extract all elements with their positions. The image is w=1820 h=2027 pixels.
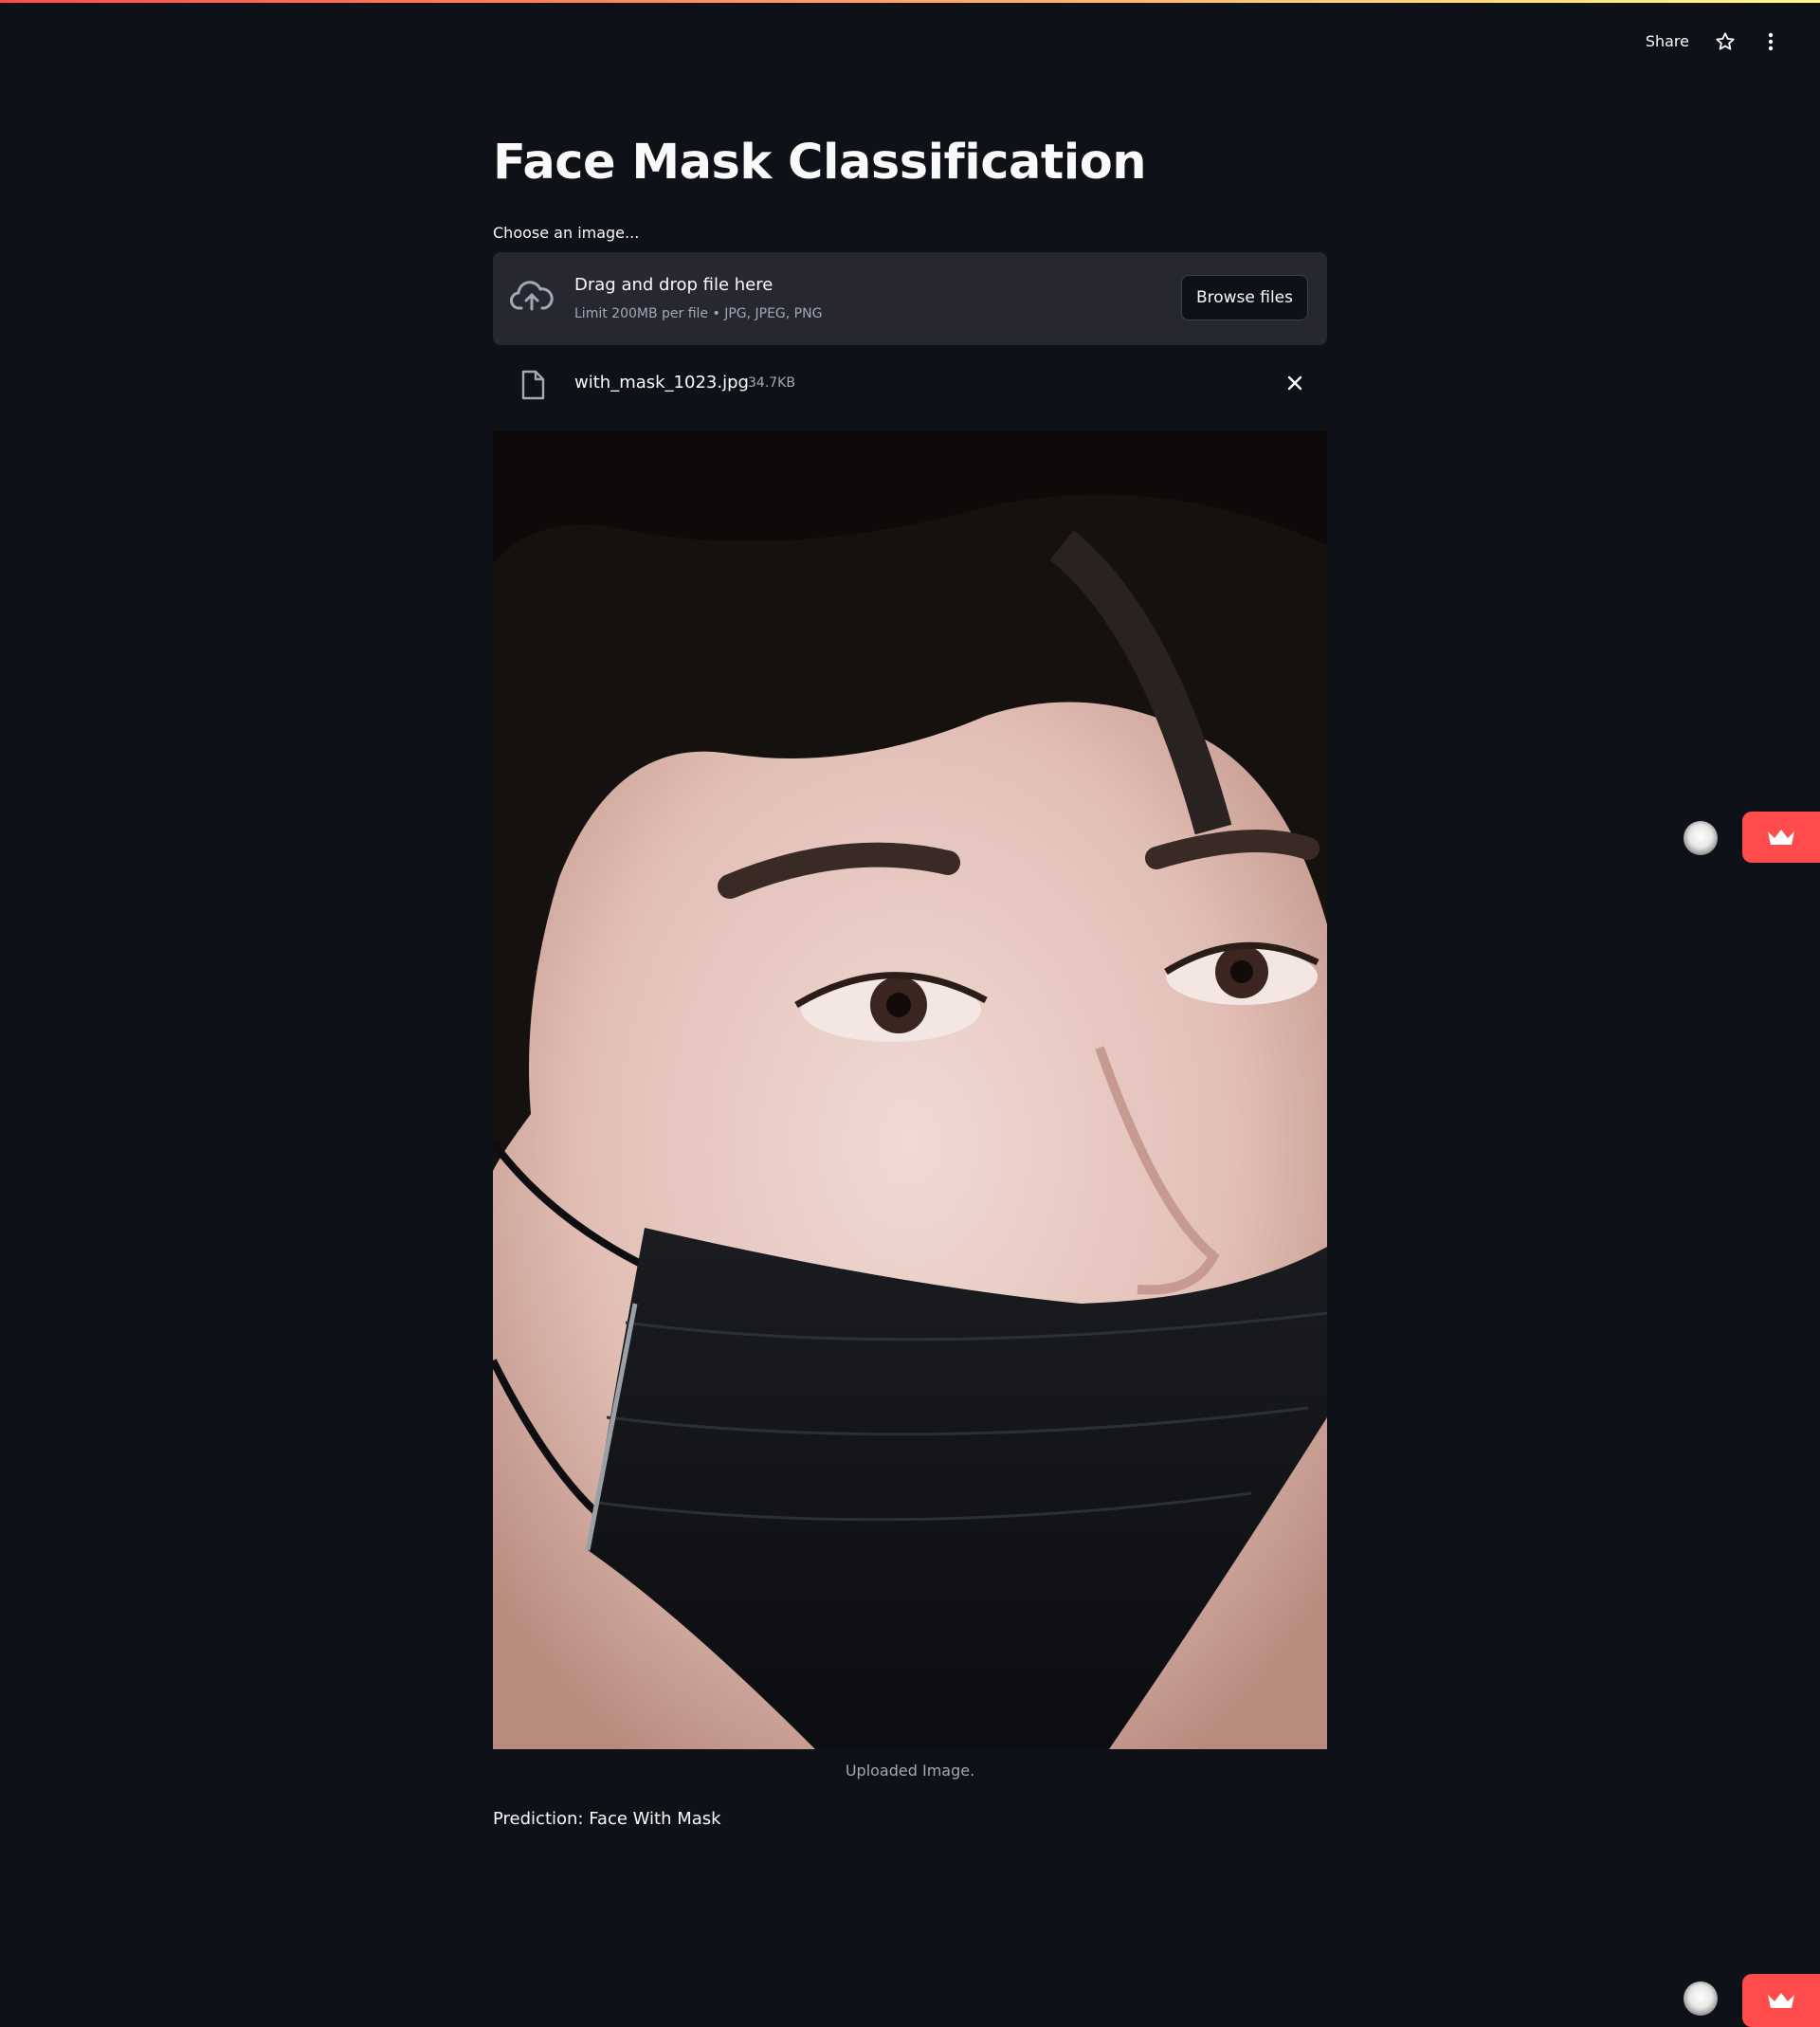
browse-files-button[interactable]: Browse files bbox=[1180, 275, 1308, 320]
star-icon[interactable] bbox=[1714, 30, 1737, 53]
dropzone-limits: Limit 200MB per file • JPG, JPEG, PNG bbox=[574, 306, 823, 321]
file-icon bbox=[519, 370, 546, 400]
crown-badge-button-bottom[interactable] bbox=[1742, 1974, 1820, 2027]
cloud-upload-icon bbox=[510, 279, 554, 317]
uploaded-image bbox=[493, 431, 1327, 1749]
crown-icon bbox=[1768, 830, 1794, 845]
uploaded-file-row: with_mask_1023.jpg 34.7KB bbox=[493, 364, 1327, 402]
crown-badge-button[interactable] bbox=[1742, 812, 1820, 863]
uploader-label: Choose an image... bbox=[493, 224, 640, 242]
file-size: 34.7KB bbox=[748, 375, 795, 391]
file-name: with_mask_1023.jpg bbox=[574, 373, 749, 393]
crown-icon bbox=[1768, 1993, 1794, 2008]
close-icon[interactable] bbox=[1285, 374, 1304, 393]
status-orb-icon-bottom[interactable] bbox=[1684, 1981, 1718, 2016]
file-dropzone[interactable]: Drag and drop file here Limit 200MB per … bbox=[493, 252, 1327, 345]
top-decoration-bar bbox=[0, 0, 1820, 3]
kebab-menu-icon[interactable] bbox=[1759, 30, 1782, 53]
app-page: Share Face Mask Classification Choose an… bbox=[0, 0, 1820, 2027]
page-title: Face Mask Classification bbox=[493, 135, 1147, 191]
status-orb-icon[interactable] bbox=[1684, 821, 1718, 855]
dropzone-title: Drag and drop file here bbox=[574, 275, 774, 295]
image-caption: Uploaded Image. bbox=[845, 1762, 975, 1780]
share-button[interactable]: Share bbox=[1644, 28, 1691, 54]
header-toolbar: Share bbox=[1644, 28, 1782, 54]
prediction-text: Prediction: Face With Mask bbox=[493, 1809, 721, 1829]
